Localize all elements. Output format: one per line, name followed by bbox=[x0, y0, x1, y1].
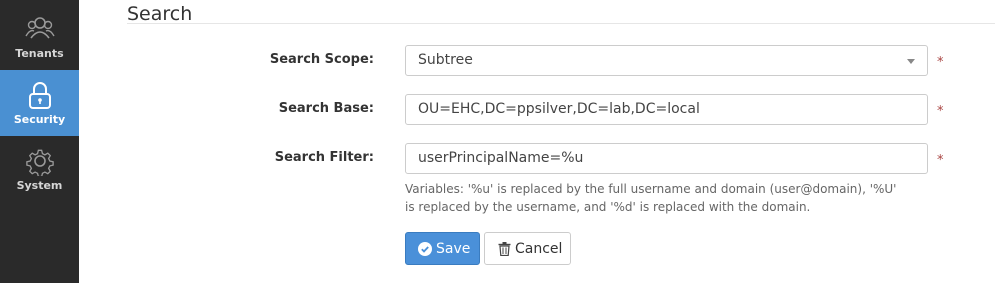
search-filter-value: userPrincipalName=%u bbox=[418, 150, 584, 166]
search-scope-select[interactable]: Subtree bbox=[405, 45, 928, 76]
search-filter-help-text: Variables: '%u' is replaced by the full … bbox=[405, 182, 897, 214]
required-marker: * bbox=[937, 153, 944, 168]
check-circle-icon bbox=[418, 242, 432, 256]
chevron-down-icon bbox=[907, 59, 915, 64]
required-marker: * bbox=[937, 104, 944, 119]
search-base-label: Search Base: bbox=[278, 101, 374, 116]
save-button-label: Save bbox=[436, 241, 471, 257]
main-content: Search Search Scope: Subtree * Search Ba… bbox=[79, 0, 995, 283]
sidebar-item-security[interactable]: Security bbox=[0, 70, 79, 136]
trash-icon bbox=[498, 242, 511, 256]
users-icon bbox=[25, 17, 55, 39]
search-filter-input[interactable]: userPrincipalName=%u bbox=[405, 143, 928, 174]
cancel-button-label: Cancel bbox=[515, 241, 563, 257]
gear-icon bbox=[26, 149, 54, 176]
lock-icon bbox=[29, 82, 51, 109]
sidebar-item-system[interactable]: System bbox=[0, 136, 79, 202]
section-title: Search bbox=[127, 3, 193, 25]
search-scope-label: Search Scope: bbox=[269, 52, 374, 67]
sidebar-item-label: Security bbox=[13, 113, 66, 126]
sidebar-item-tenants[interactable]: Tenants bbox=[0, 4, 79, 70]
sidebar-item-label: Tenants bbox=[15, 47, 64, 60]
cancel-button[interactable]: Cancel bbox=[484, 232, 571, 265]
required-marker: * bbox=[937, 55, 944, 70]
save-button[interactable]: Save bbox=[405, 232, 480, 265]
search-filter-label: Search Filter: bbox=[274, 150, 374, 165]
sidebar: Tenants Security System bbox=[0, 0, 79, 283]
search-base-input[interactable]: OU=EHC,DC=ppsilver,DC=lab,DC=local bbox=[405, 94, 928, 125]
sidebar-item-label: System bbox=[16, 179, 63, 192]
search-scope-value: Subtree bbox=[418, 52, 473, 68]
section-divider bbox=[127, 23, 995, 24]
search-base-value: OU=EHC,DC=ppsilver,DC=lab,DC=local bbox=[418, 101, 700, 117]
